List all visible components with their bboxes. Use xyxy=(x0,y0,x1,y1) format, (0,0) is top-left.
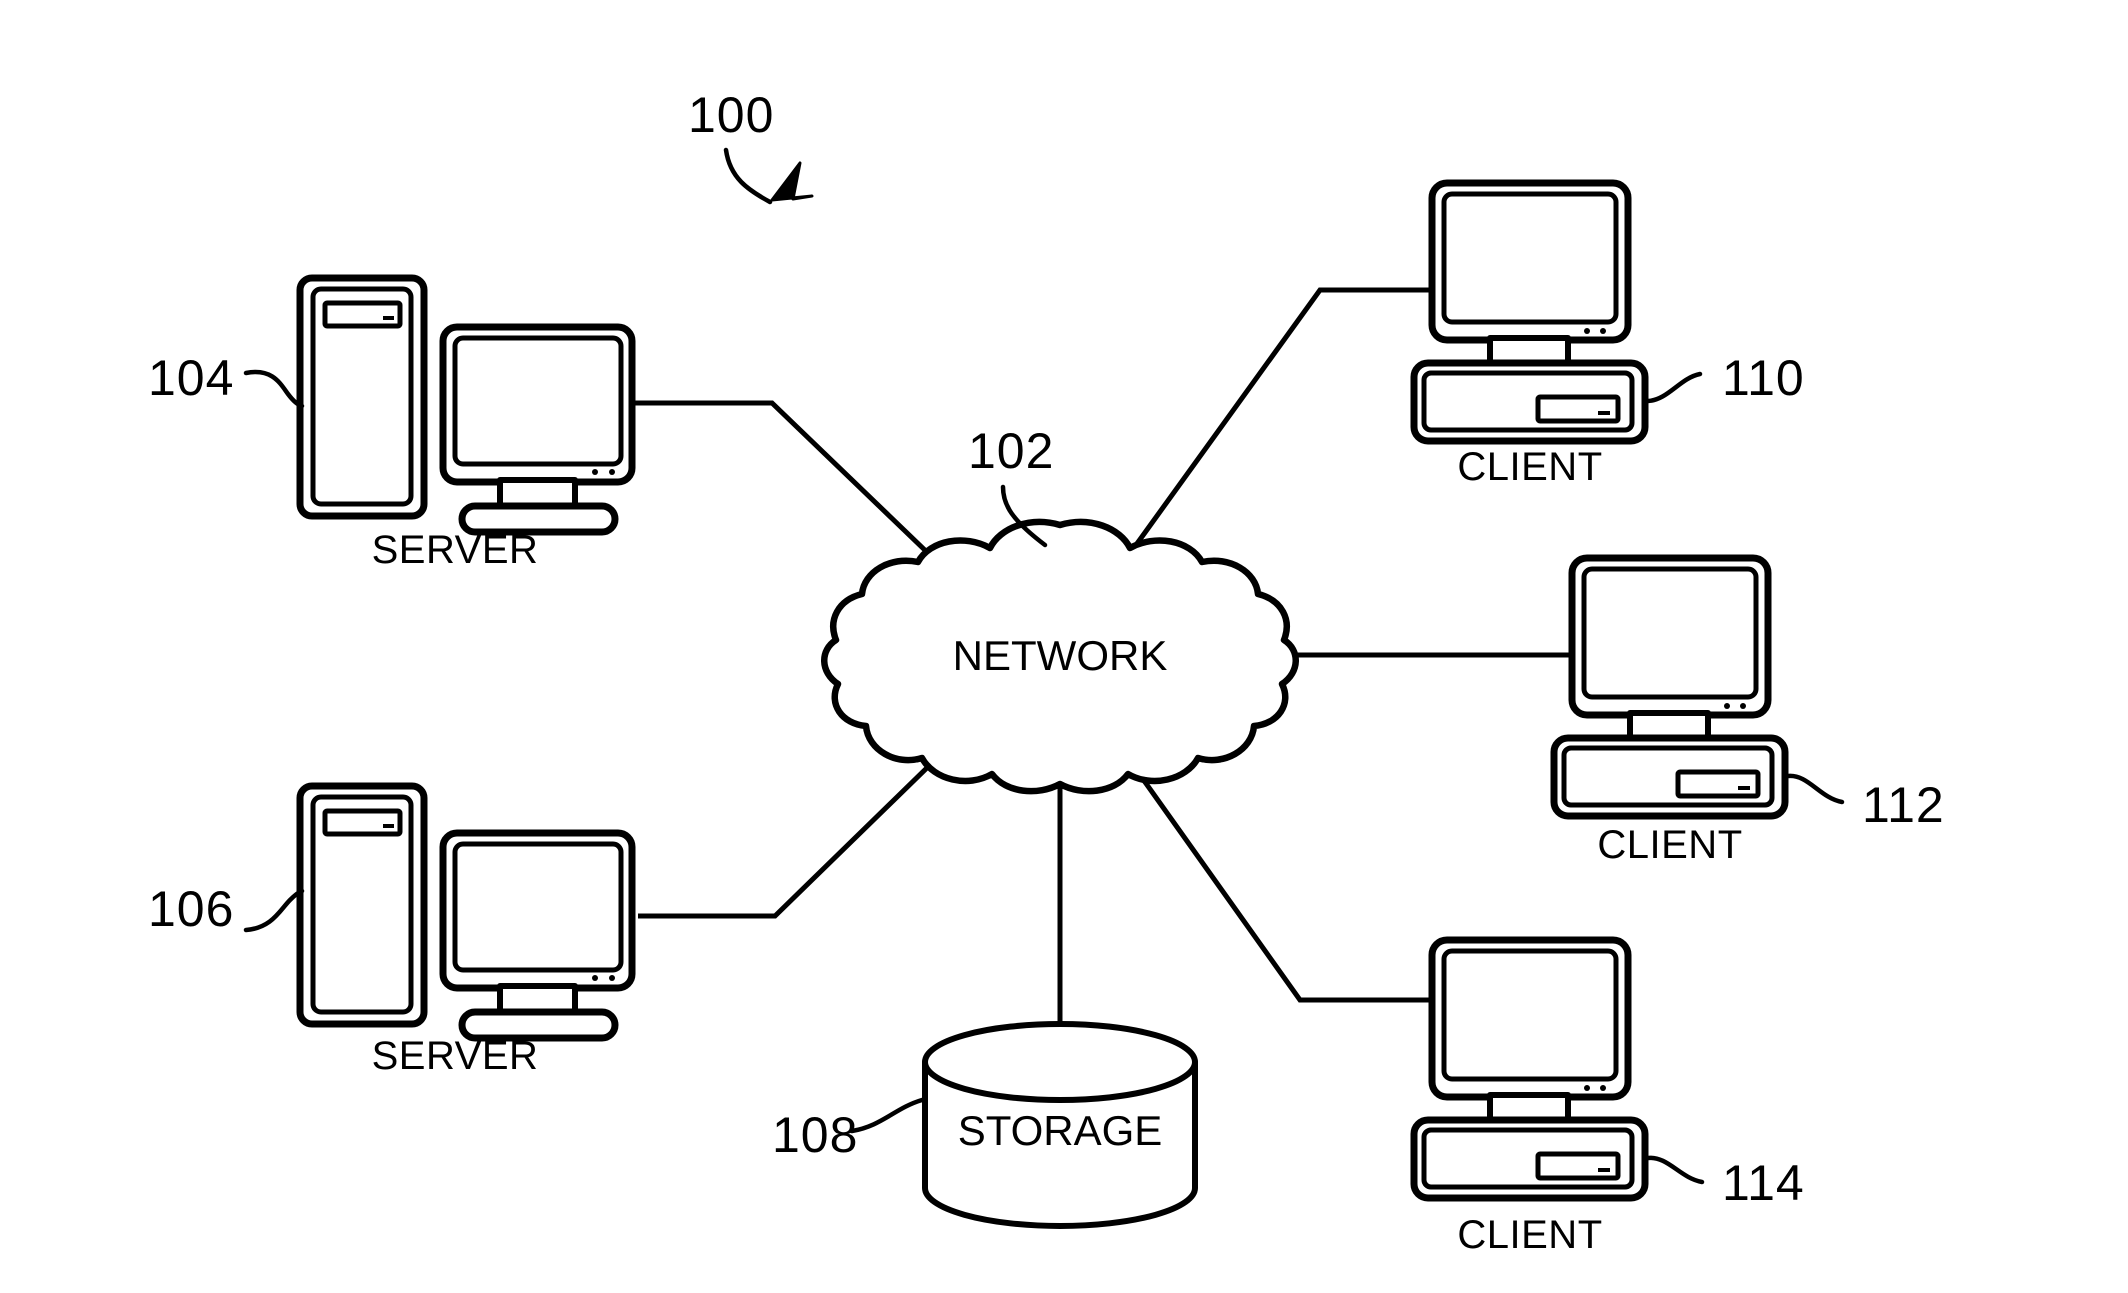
client-114-drive-bay-slot xyxy=(1535,1151,1621,1181)
client-112-drive-bay-slot xyxy=(1675,769,1761,799)
storage-group[interactable]: STORAGE xyxy=(922,1021,1198,1229)
server-106-drive-bay-slot xyxy=(322,808,403,837)
client-110-monitor-screen xyxy=(1441,191,1619,325)
client-110-drive-bay-slot xyxy=(1535,394,1621,424)
client-114-monitor-led-b xyxy=(1600,1085,1606,1091)
server-104-monitor-led-a xyxy=(592,469,598,475)
client-110-monitor-led-b xyxy=(1600,328,1606,334)
client-112-monitor-led-b xyxy=(1740,703,1746,709)
figure-ref-100-text: 100 xyxy=(688,87,774,143)
client-112-label: CLIENT xyxy=(1597,823,1742,867)
client-110-group[interactable]: CLIENT xyxy=(1410,179,1649,489)
client-114-drive-eject-mark xyxy=(1598,1168,1610,1172)
server-106-label: SERVER xyxy=(372,1034,539,1078)
server-104-label: SERVER xyxy=(372,528,539,572)
client-114-monitor-screen xyxy=(1441,948,1619,1082)
server-106-monitor-screen xyxy=(452,841,624,973)
network-topology-diagram: 100 NETWORK 102 SERVER 104 SERVER 106 CL… xyxy=(0,0,2128,1293)
client-114-label: CLIENT xyxy=(1457,1213,1602,1257)
client-110-label: CLIENT xyxy=(1457,445,1602,489)
server-106-ref-text: 106 xyxy=(148,881,234,937)
server-106-monitor-led-a xyxy=(592,975,598,981)
server-104-ref-text: 104 xyxy=(148,350,234,406)
storage-ref-text: 108 xyxy=(772,1107,858,1163)
server-104-monitor-screen xyxy=(452,335,624,467)
client-112-ref-text: 112 xyxy=(1862,777,1945,833)
storage-label: STORAGE xyxy=(958,1107,1163,1154)
network-cloud-group[interactable]: NETWORK xyxy=(821,518,1299,795)
client-112-monitor-led-a xyxy=(1724,703,1730,709)
figure-canvas: 100 NETWORK 102 SERVER 104 SERVER 106 CL… xyxy=(0,0,2128,1293)
network-ref-102-text: 102 xyxy=(968,423,1054,479)
server-104-drive-bay-slot xyxy=(322,300,403,329)
network-label: NETWORK xyxy=(953,632,1168,679)
server-104-monitor-led-b xyxy=(609,469,615,475)
server-104-drive-eject-mark xyxy=(383,316,394,320)
storage-cylinder-top xyxy=(922,1021,1198,1103)
server-106-drive-eject-mark xyxy=(383,824,394,828)
client-114-ref-text: 114 xyxy=(1722,1155,1805,1211)
client-112-monitor-screen xyxy=(1581,566,1759,700)
client-112-drive-eject-mark xyxy=(1738,786,1750,790)
client-110-ref-text: 110 xyxy=(1722,350,1805,406)
client-114-monitor-led-a xyxy=(1584,1085,1590,1091)
server-106-monitor-led-b xyxy=(609,975,615,981)
client-110-monitor-led-a xyxy=(1584,328,1590,334)
client-110-drive-eject-mark xyxy=(1598,411,1610,415)
